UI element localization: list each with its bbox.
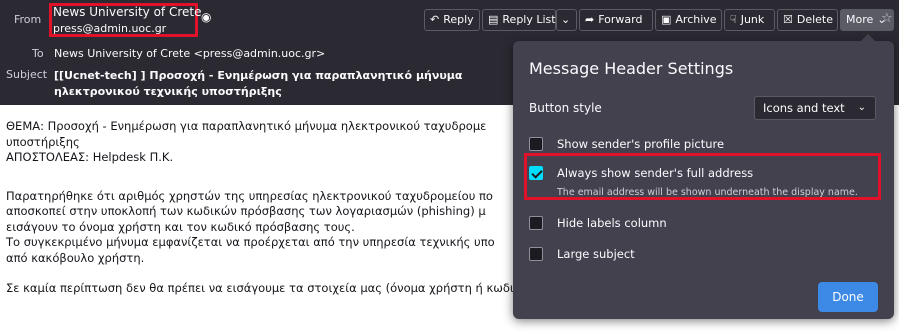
junk-button[interactable]: ☟ Junk bbox=[724, 9, 775, 31]
archive-button[interactable]: ▣ Archive bbox=[655, 9, 722, 31]
option-description: The email address will be shown undernea… bbox=[557, 187, 858, 198]
reply-list-dropdown[interactable]: ⌄ bbox=[556, 9, 577, 31]
subject-value: [[Ucnet-tech] ] Προσοχή - Ενημέρωση για … bbox=[54, 69, 463, 98]
star-icon[interactable]: ☆ bbox=[881, 11, 893, 26]
done-button[interactable]: Done bbox=[818, 282, 878, 312]
subject-label: Subject bbox=[6, 68, 48, 81]
reply-list-label: Reply List bbox=[502, 13, 556, 26]
option-label: Show sender's profile picture bbox=[557, 137, 725, 151]
option-label: Hide labels column bbox=[557, 216, 667, 230]
to-label: To bbox=[32, 47, 44, 60]
option-label: Large subject bbox=[557, 247, 635, 261]
reply-button[interactable]: ↶ Reply bbox=[424, 9, 480, 31]
delete-button[interactable]: ☒ Delete bbox=[777, 9, 838, 31]
reply-icon: ↶ bbox=[430, 13, 440, 26]
button-style-label: Button style bbox=[529, 101, 602, 115]
recipient-value[interactable]: News University of Crete <press@admin.uo… bbox=[54, 47, 325, 60]
junk-icon: ☟ bbox=[730, 13, 737, 26]
full-address-checkbox[interactable] bbox=[529, 166, 543, 180]
popup-arrow bbox=[861, 34, 875, 41]
chevron-down-icon: ⌄ bbox=[857, 102, 866, 113]
button-style-select[interactable]: Icons and text ⌄ bbox=[754, 96, 876, 120]
message-header-settings-popup: Message Header Settings Button style Ico… bbox=[513, 34, 894, 319]
reply-list-button[interactable]: ▤ Reply List bbox=[482, 9, 556, 31]
forward-button[interactable]: ➦ Forward bbox=[579, 9, 653, 31]
junk-label: Junk bbox=[740, 13, 765, 26]
reply-list-icon: ▤ bbox=[488, 13, 499, 26]
large-subject-checkbox[interactable] bbox=[529, 247, 543, 261]
option-label: Always show sender's full address bbox=[557, 166, 754, 180]
chevron-down-icon: ⌄ bbox=[561, 13, 571, 26]
forward-icon: ➦ bbox=[585, 13, 595, 26]
popup-title: Message Header Settings bbox=[529, 59, 734, 78]
profile-picture-checkbox[interactable] bbox=[529, 137, 543, 151]
forward-label: Forward bbox=[598, 13, 643, 26]
sender-name[interactable]: News University of Crete bbox=[53, 5, 202, 19]
reply-label: Reply bbox=[443, 13, 474, 26]
more-label: More bbox=[846, 13, 874, 26]
add-contact-icon[interactable]: ◉ bbox=[201, 10, 211, 24]
trash-icon: ☒ bbox=[783, 13, 793, 26]
delete-label: Delete bbox=[796, 13, 834, 26]
from-label: From bbox=[14, 13, 42, 26]
archive-label: Archive bbox=[675, 13, 717, 26]
hide-labels-checkbox[interactable] bbox=[529, 216, 543, 230]
button-style-value: Icons and text bbox=[763, 101, 845, 115]
sender-address[interactable]: press@admin.uoc.gr bbox=[53, 22, 166, 35]
archive-icon: ▣ bbox=[661, 13, 672, 26]
